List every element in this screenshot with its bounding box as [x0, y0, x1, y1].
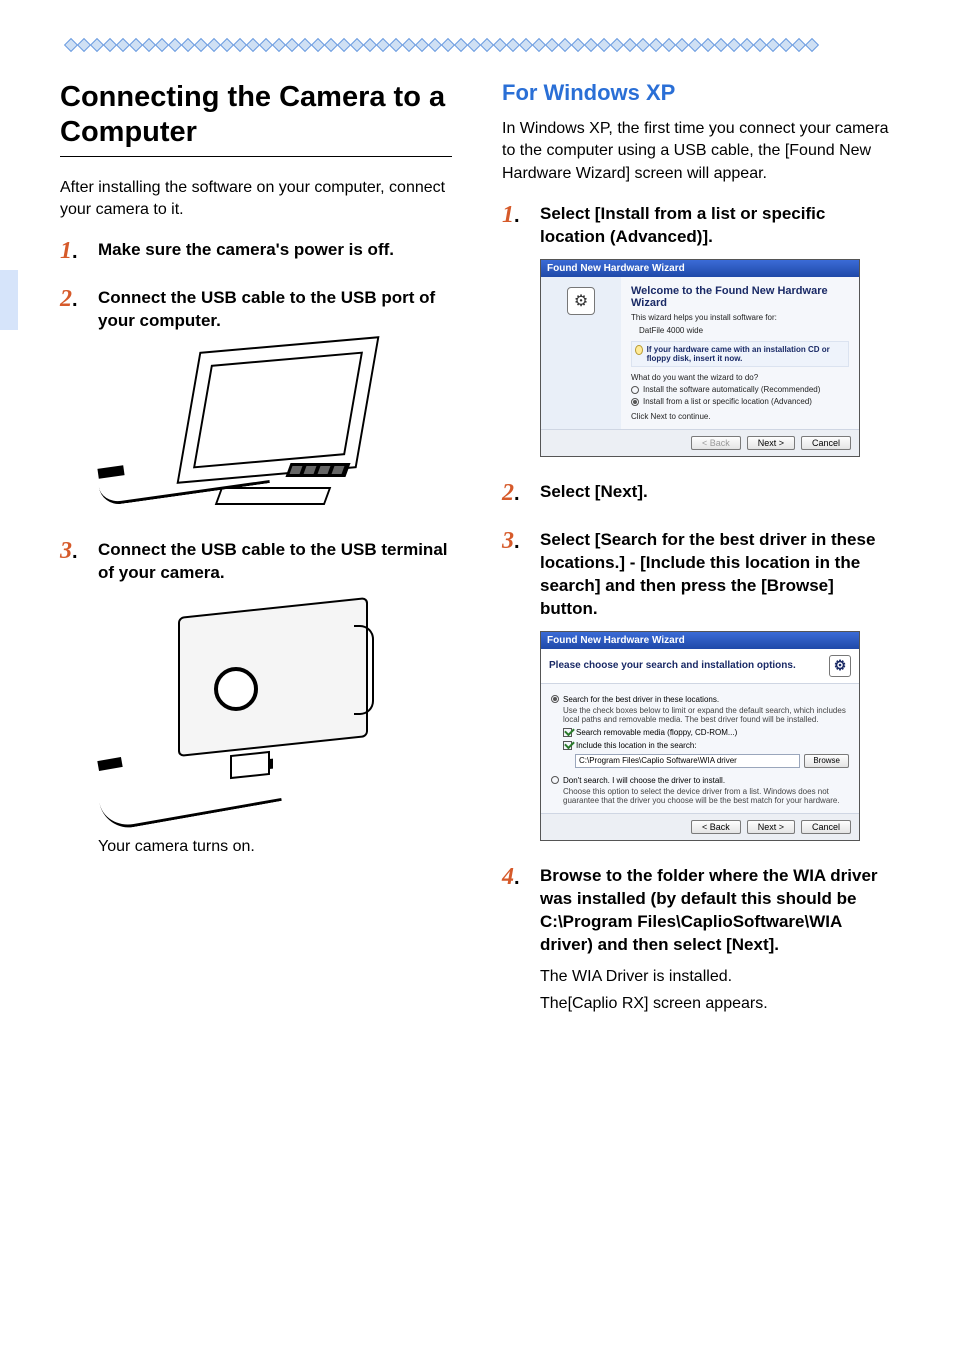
page-edge-tab	[0, 270, 18, 330]
step-sub-text: The WIA Driver is installed.	[540, 965, 894, 988]
cancel-button[interactable]: Cancel	[801, 820, 851, 834]
step-number-icon: 4.	[502, 865, 530, 889]
wizard-dont-search-description: Choose this option to select the device …	[551, 785, 849, 805]
step-2: 2. Connect the USB cable to the USB port…	[60, 287, 452, 515]
wizard-welcome-title: Welcome to the Found New Hardware Wizard	[631, 285, 849, 309]
step-number-icon: 3.	[60, 539, 88, 563]
wizard-titlebar: Found New Hardware Wizard	[541, 632, 859, 649]
decorative-diamond-border	[60, 40, 894, 50]
usb-to-computer-illustration	[98, 345, 368, 515]
two-column-layout: Connecting the Camera to a Computer Afte…	[60, 80, 894, 1039]
step-text: Make sure the camera's power is off.	[98, 239, 452, 262]
checkbox-label: Include this location in the search:	[576, 741, 697, 750]
step-sub-text: The[Caplio RX] screen appears.	[540, 992, 894, 1015]
browse-button[interactable]: Browse	[804, 754, 849, 768]
intro-paragraph: In Windows XP, the first time you connec…	[502, 118, 894, 185]
wizard-question: What do you want the wizard to do?	[631, 373, 849, 382]
checkbox-icon	[563, 741, 572, 750]
wizard-header-text: Please choose your search and installati…	[549, 660, 796, 671]
intro-paragraph: After installing the software on your co…	[60, 177, 452, 222]
page: Connecting the Camera to a Computer Afte…	[0, 0, 954, 1099]
back-button[interactable]: < Back	[691, 820, 741, 834]
step-number-icon: 1.	[60, 239, 88, 263]
wizard-option-search-best[interactable]: Search for the best driver in these loca…	[551, 695, 849, 704]
step-text: Select [Next].	[540, 481, 894, 504]
wizard-helps-text: This wizard helps you install software f…	[631, 313, 849, 322]
step-number-icon: 2.	[502, 481, 530, 505]
next-button[interactable]: Next >	[747, 820, 795, 834]
checkbox-label: Search removable media (floppy, CD-ROM..…	[576, 728, 737, 737]
step-number-icon: 1.	[502, 203, 530, 227]
wizard-click-next-text: Click Next to continue.	[631, 412, 849, 421]
device-icon: ⚙	[829, 655, 851, 677]
step-r1: 1. Select [Install from a list or specif…	[502, 203, 894, 457]
step-text: Connect the USB cable to the USB termina…	[98, 539, 452, 585]
radio-icon	[631, 398, 639, 406]
step-number-icon: 3.	[502, 529, 530, 553]
step-r4: 4. Browse to the folder where the WIA dr…	[502, 865, 894, 1015]
wizard-titlebar: Found New Hardware Wizard	[541, 260, 859, 277]
wizard-option-list[interactable]: Install from a list or specific location…	[631, 397, 849, 406]
option-label: Install from a list or specific location…	[643, 397, 812, 406]
device-icon: ⚙	[567, 287, 595, 315]
radio-icon	[551, 776, 559, 784]
step-number-icon: 2.	[60, 287, 88, 311]
step-1: 1. Make sure the camera's power is off.	[60, 239, 452, 263]
checkbox-include-location[interactable]: Include this location in the search:	[551, 741, 849, 750]
wizard-option-dont-search[interactable]: Don't search. I will choose the driver t…	[551, 776, 849, 785]
back-button: < Back	[691, 436, 741, 450]
subsection-heading: For Windows XP	[502, 80, 894, 106]
wizard-hint-text: If your hardware came with an installati…	[647, 345, 845, 363]
step-sub-text: Your camera turns on.	[98, 835, 452, 858]
step-text: Select [Search for the best driver in th…	[540, 529, 894, 621]
section-heading: Connecting the Camera to a Computer	[60, 80, 452, 157]
path-input[interactable]: C:\Program Files\Caplio Software\WIA dri…	[575, 754, 800, 768]
step-r3: 3. Select [Search for the best driver in…	[502, 529, 894, 841]
found-new-hardware-wizard-screenshot-1: Found New Hardware Wizard ⚙ Welcome to t…	[540, 259, 860, 457]
wizard-option-auto[interactable]: Install the software automatically (Reco…	[631, 385, 849, 394]
step-3: 3. Connect the USB cable to the USB term…	[60, 539, 452, 858]
usb-to-camera-illustration	[98, 597, 368, 827]
checkbox-icon	[563, 728, 572, 737]
left-column: Connecting the Camera to a Computer Afte…	[60, 80, 452, 1039]
found-new-hardware-wizard-screenshot-2: Found New Hardware Wizard Please choose …	[540, 631, 860, 841]
radio-icon	[551, 695, 559, 703]
option-label: Search for the best driver in these loca…	[563, 695, 719, 704]
radio-icon	[631, 386, 639, 394]
step-r2: 2. Select [Next].	[502, 481, 894, 505]
wizard-hint-box: If your hardware came with an installati…	[631, 341, 849, 367]
next-button[interactable]: Next >	[747, 436, 795, 450]
cancel-button[interactable]: Cancel	[801, 436, 851, 450]
step-text: Connect the USB cable to the USB port of…	[98, 287, 452, 333]
wizard-sidebar: ⚙	[541, 277, 621, 429]
checkbox-removable-media[interactable]: Search removable media (floppy, CD-ROM..…	[551, 728, 849, 737]
steps-left: 1. Make sure the camera's power is off. …	[60, 239, 452, 858]
wizard-search-description: Use the check boxes below to limit or ex…	[551, 704, 849, 724]
step-text: Browse to the folder where the WIA drive…	[540, 865, 894, 957]
lightbulb-icon	[635, 345, 643, 355]
right-column: For Windows XP In Windows XP, the first …	[502, 80, 894, 1039]
steps-right: 1. Select [Install from a list or specif…	[502, 203, 894, 1015]
option-label: Install the software automatically (Reco…	[643, 385, 820, 394]
step-text: Select [Install from a list or specific …	[540, 203, 894, 249]
option-label: Don't search. I will choose the driver t…	[563, 776, 725, 785]
wizard-device-name: DatFile 4000 wide	[639, 326, 849, 335]
